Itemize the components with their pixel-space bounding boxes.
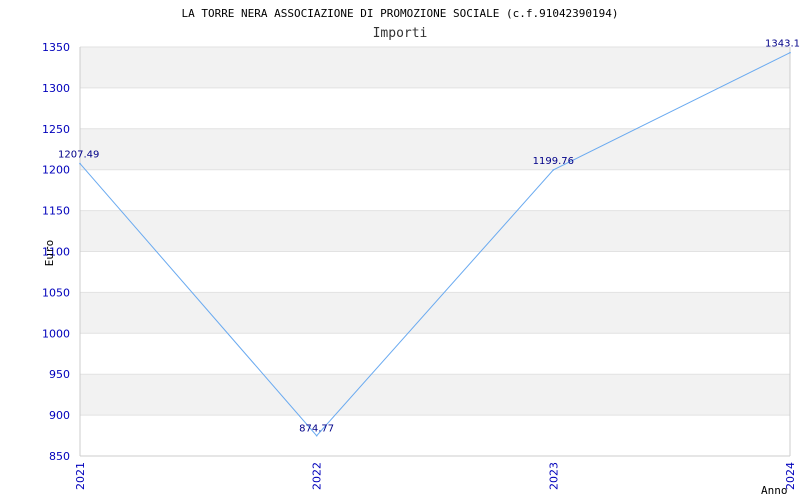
x-tick-labels: 2021 2022 2023 2024 — [74, 462, 797, 490]
grid-bands — [80, 47, 790, 416]
y-tick-label: 850 — [49, 450, 70, 463]
line-chart: 8509009501000105011001150120012501300135… — [42, 7, 800, 497]
y-tick-label: 1150 — [42, 205, 70, 218]
grid-band — [80, 128, 790, 170]
data-point — [79, 162, 81, 165]
grid-band — [80, 292, 790, 334]
chart-subtitle: Importi — [373, 26, 428, 41]
data-point — [789, 51, 791, 54]
data-point — [552, 169, 555, 171]
y-axis-label: Euro — [43, 240, 56, 267]
y-tick-label: 1250 — [42, 123, 70, 136]
data-label: 1207.49 — [58, 150, 99, 161]
y-tick-label: 1200 — [42, 164, 70, 177]
x-tick-label: 2021 — [74, 462, 87, 490]
y-tick-label: 1350 — [42, 41, 70, 54]
y-tick-label: 1000 — [42, 327, 70, 340]
grid-band — [80, 374, 790, 416]
chart-title: LA TORRE NERA ASSOCIAZIONE DI PROMOZIONE… — [181, 7, 618, 20]
y-tick-label: 1050 — [42, 286, 70, 299]
data-point — [315, 434, 318, 437]
data-label: 874.77 — [299, 424, 334, 435]
x-tick-label: 2022 — [311, 462, 324, 490]
data-label: 1343.1 — [765, 39, 800, 50]
grid-band — [80, 210, 790, 252]
data-label: 1199.76 — [533, 156, 574, 167]
y-tick-label: 1300 — [42, 82, 70, 95]
x-tick-label: 2023 — [547, 462, 560, 490]
x-axis-label: Anno — [761, 484, 788, 497]
grid-band — [80, 47, 790, 88]
y-tick-label: 900 — [49, 409, 70, 422]
y-tick-label: 950 — [49, 368, 70, 381]
